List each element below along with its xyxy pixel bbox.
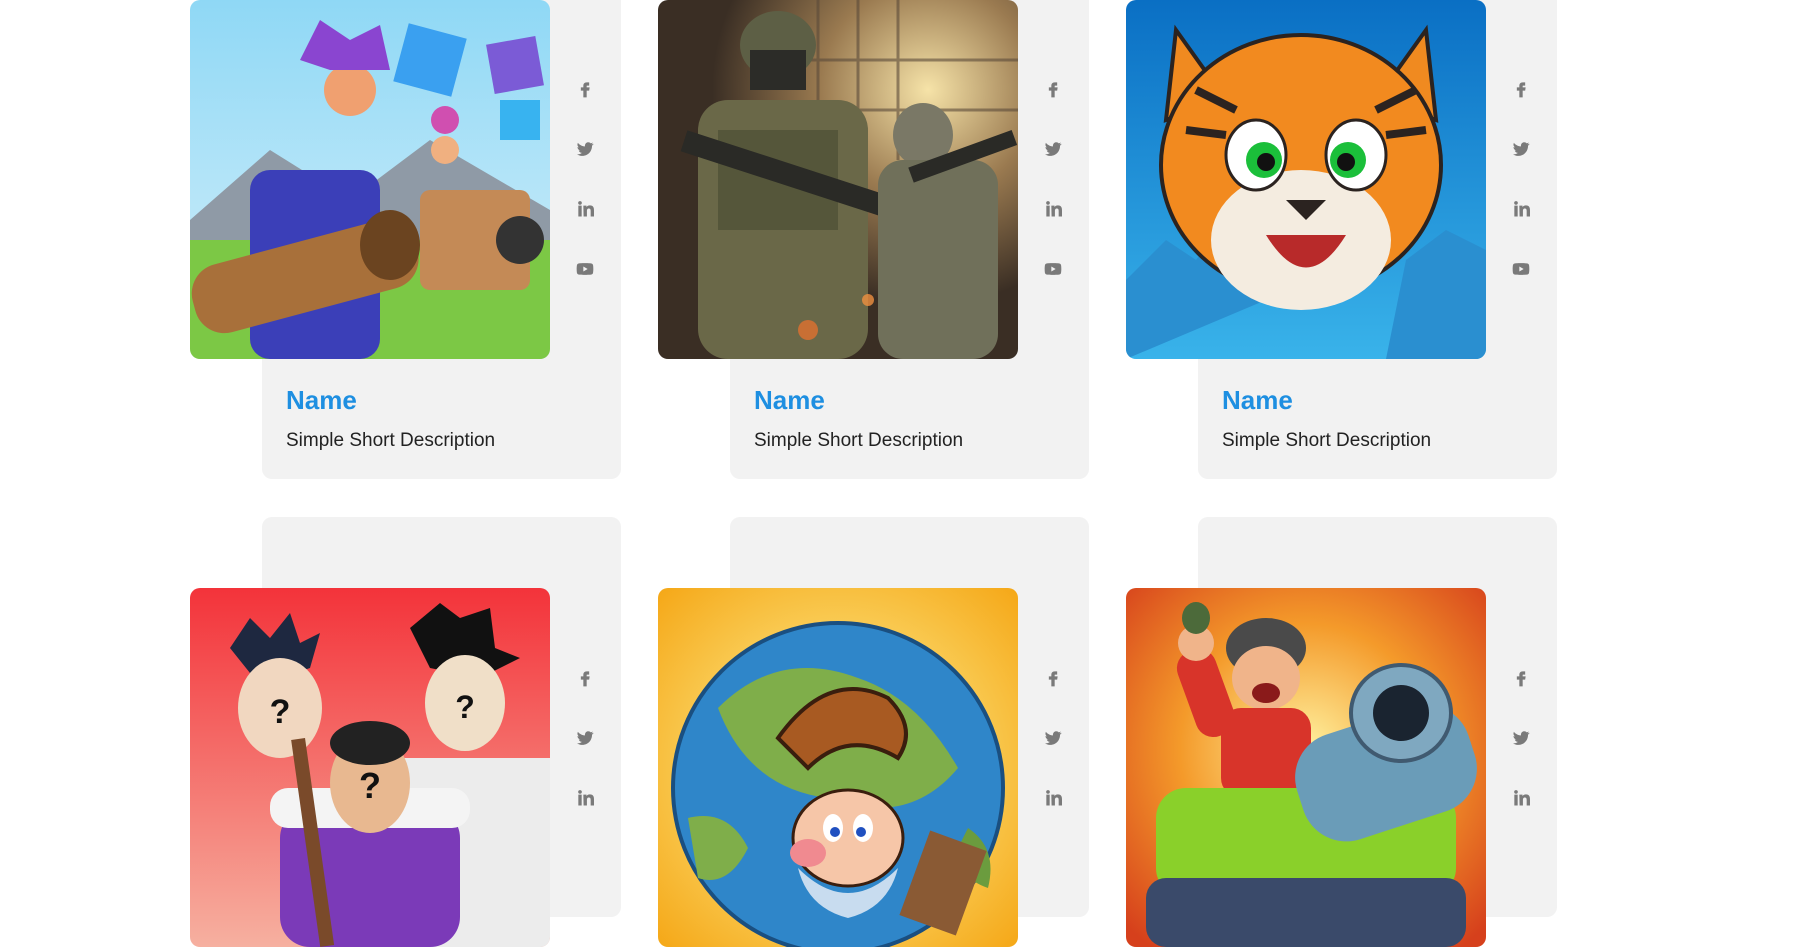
svg-text:?: ? <box>455 689 475 725</box>
youtube-icon[interactable] <box>573 257 597 281</box>
member-photo <box>1126 588 1486 947</box>
linkedin-icon[interactable] <box>1041 786 1065 810</box>
member-info: Name Simple Short Description <box>286 385 495 453</box>
facebook-icon[interactable] <box>1041 666 1065 690</box>
member-description: Simple Short Description <box>754 430 964 451</box>
member-photo <box>658 0 1018 359</box>
social-links <box>1033 666 1073 846</box>
member-photo <box>190 0 550 359</box>
facebook-icon[interactable] <box>1041 77 1065 101</box>
youtube-icon[interactable] <box>1041 257 1065 281</box>
facebook-icon[interactable] <box>1509 77 1533 101</box>
social-links <box>1501 77 1541 317</box>
member-info: Name Simple Short Description <box>1222 385 1431 453</box>
member-description: Simple Short Description <box>286 430 496 451</box>
member-description: Simple Short Description <box>1222 430 1432 451</box>
linkedin-icon[interactable] <box>1509 786 1533 810</box>
facebook-icon[interactable] <box>1509 666 1533 690</box>
linkedin-icon[interactable] <box>1509 197 1533 221</box>
twitter-icon[interactable] <box>1509 137 1533 161</box>
linkedin-icon[interactable] <box>573 197 597 221</box>
facebook-icon[interactable] <box>573 666 597 690</box>
twitter-icon[interactable] <box>1041 726 1065 750</box>
twitter-icon[interactable] <box>573 726 597 750</box>
svg-text:?: ? <box>359 765 381 806</box>
linkedin-icon[interactable] <box>573 786 597 810</box>
twitter-icon[interactable] <box>1509 726 1533 750</box>
social-links <box>565 77 605 317</box>
social-links <box>1501 666 1541 846</box>
member-info: Name Simple Short Description <box>754 385 963 453</box>
twitter-icon[interactable] <box>1041 137 1065 161</box>
twitter-icon[interactable] <box>573 137 597 161</box>
member-photo <box>1126 0 1486 359</box>
member-name[interactable]: Name <box>754 385 963 415</box>
member-photo: ? ? ? <box>190 588 550 947</box>
social-links <box>1033 77 1073 317</box>
svg-text:?: ? <box>270 693 291 731</box>
facebook-icon[interactable] <box>573 77 597 101</box>
linkedin-icon[interactable] <box>1041 197 1065 221</box>
member-name[interactable]: Name <box>1222 385 1431 415</box>
member-name[interactable]: Name <box>286 385 495 415</box>
social-links <box>565 666 605 846</box>
youtube-icon[interactable] <box>1509 257 1533 281</box>
member-photo <box>658 588 1018 947</box>
